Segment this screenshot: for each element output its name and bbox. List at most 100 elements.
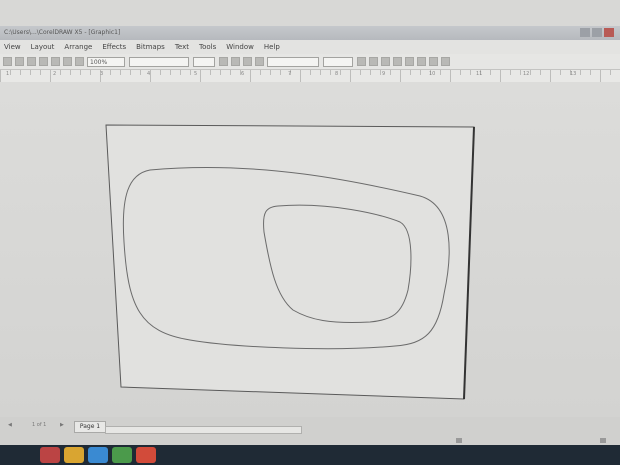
ruler-tick (560, 70, 561, 75)
zoom-select[interactable]: 100% (87, 56, 125, 67)
import-icon[interactable] (63, 57, 72, 66)
maximize-icon[interactable] (592, 28, 602, 37)
ruler-number: 10 (429, 71, 436, 77)
screen: C:\Users\...\CorelDRAW X5 - [Graphic1] V… (0, 0, 620, 465)
grid-icon[interactable] (393, 57, 402, 66)
page-icon[interactable] (429, 57, 438, 66)
ruler-number: 5 (194, 71, 198, 77)
ruler-tick (40, 70, 41, 75)
next-page-icon[interactable]: ▶ (60, 422, 64, 430)
portrait-icon[interactable] (219, 57, 228, 66)
taskbar-folder-icon[interactable] (64, 447, 84, 463)
objects-icon[interactable] (417, 57, 426, 66)
ruler-tick (90, 70, 91, 75)
width-field[interactable] (193, 56, 215, 67)
open-icon[interactable] (15, 57, 24, 66)
drawing-area (105, 124, 475, 400)
drawing-canvas[interactable] (0, 82, 620, 417)
ruler-number: 2 (53, 71, 57, 77)
taskbar-pdf-icon[interactable] (136, 447, 156, 463)
menu-tools[interactable]: Tools (199, 43, 216, 51)
ruler-tick (120, 70, 121, 75)
ruler-number: 3 (100, 71, 104, 77)
ruler-number: 1 (6, 71, 10, 77)
export-icon[interactable] (75, 57, 84, 66)
taskbar-app-icon[interactable] (40, 447, 60, 463)
landscape-icon[interactable] (231, 57, 240, 66)
ruler-tick (170, 70, 171, 75)
ruler-number: 8 (335, 71, 339, 77)
menu-view[interactable]: View (4, 43, 21, 51)
standard-toolbar: 100% (0, 54, 620, 70)
status-area: ◀ 1 of 1 ▶ Page 1 (0, 417, 620, 445)
menu-bitmaps[interactable]: Bitmaps (136, 43, 165, 51)
ruler-number: 11 (476, 71, 483, 77)
menu-help[interactable]: Help (264, 43, 280, 51)
page-size-select[interactable] (129, 56, 189, 67)
ruler-number: 4 (147, 71, 151, 77)
ruler-tick (70, 70, 71, 75)
ruler-tick (160, 70, 161, 75)
color-indicator-icon (456, 438, 462, 443)
redo-icon[interactable] (51, 57, 60, 66)
ruler-tick (110, 70, 111, 75)
ruler-number: 9 (382, 71, 386, 77)
ruler-tick (540, 70, 541, 75)
ruler-tick (60, 70, 61, 75)
window-title: C:\Users\...\CorelDRAW X5 - [Graphic1] (4, 29, 121, 36)
ruler-tick (470, 70, 471, 75)
ruler-tick (140, 70, 141, 75)
ruler-tick (20, 70, 21, 75)
minimize-icon[interactable] (580, 28, 590, 37)
ruler-number: 13 (570, 71, 577, 77)
current-page-icon[interactable] (255, 57, 264, 66)
menu-layout[interactable]: Layout (31, 43, 55, 51)
menu-window[interactable]: Window (226, 43, 254, 51)
ruler-tick (440, 70, 441, 75)
ruler-tick (260, 70, 261, 75)
snap-icon[interactable] (357, 57, 366, 66)
ruler-number: 7 (288, 71, 292, 77)
launcher-icon[interactable] (441, 57, 450, 66)
ruler-tick (420, 70, 421, 75)
duplicate-distance-icon[interactable] (381, 57, 390, 66)
taskbar-corel-icon[interactable] (112, 447, 132, 463)
ruler-tick (600, 70, 601, 82)
undo-icon[interactable] (39, 57, 48, 66)
ruler-tick (320, 70, 321, 75)
page-tab[interactable]: Page 1 (74, 421, 106, 433)
all-pages-icon[interactable] (243, 57, 252, 66)
status-text (4, 436, 6, 442)
ruler-tick (220, 70, 221, 75)
ruler-tick (380, 70, 381, 75)
menu-arrange[interactable]: Arrange (64, 43, 92, 51)
ruler-tick (360, 70, 361, 75)
horizontal-scrollbar[interactable] (105, 426, 302, 434)
first-page-icon[interactable]: ◀ (8, 422, 12, 430)
close-icon[interactable] (604, 28, 614, 37)
new-icon[interactable] (3, 57, 12, 66)
options-icon[interactable] (369, 57, 378, 66)
guidelines-icon[interactable] (405, 57, 414, 66)
taskbar-browser-icon[interactable] (88, 447, 108, 463)
ruler-tick (310, 70, 311, 75)
ruler-tick (500, 70, 501, 82)
menu-effects[interactable]: Effects (102, 43, 126, 51)
ruler-tick (340, 70, 341, 75)
units-select[interactable] (267, 56, 319, 67)
ruler-tick (510, 70, 511, 75)
ruler-tick (460, 70, 461, 75)
taskbar (0, 445, 620, 465)
nudge-field[interactable] (323, 56, 353, 67)
ruler-number: 12 (523, 71, 530, 77)
title-bar: C:\Users\...\CorelDRAW X5 - [Graphic1] (0, 26, 620, 40)
menu-text[interactable]: Text (175, 43, 189, 51)
ruler-tick (300, 70, 301, 82)
page-border (105, 124, 475, 400)
ruler-tick (10, 70, 11, 75)
page-counter: 1 of 1 (32, 422, 47, 428)
save-icon[interactable] (27, 57, 36, 66)
ruler-tick (210, 70, 211, 75)
ruler-tick (230, 70, 231, 75)
ruler-tick (580, 70, 581, 75)
